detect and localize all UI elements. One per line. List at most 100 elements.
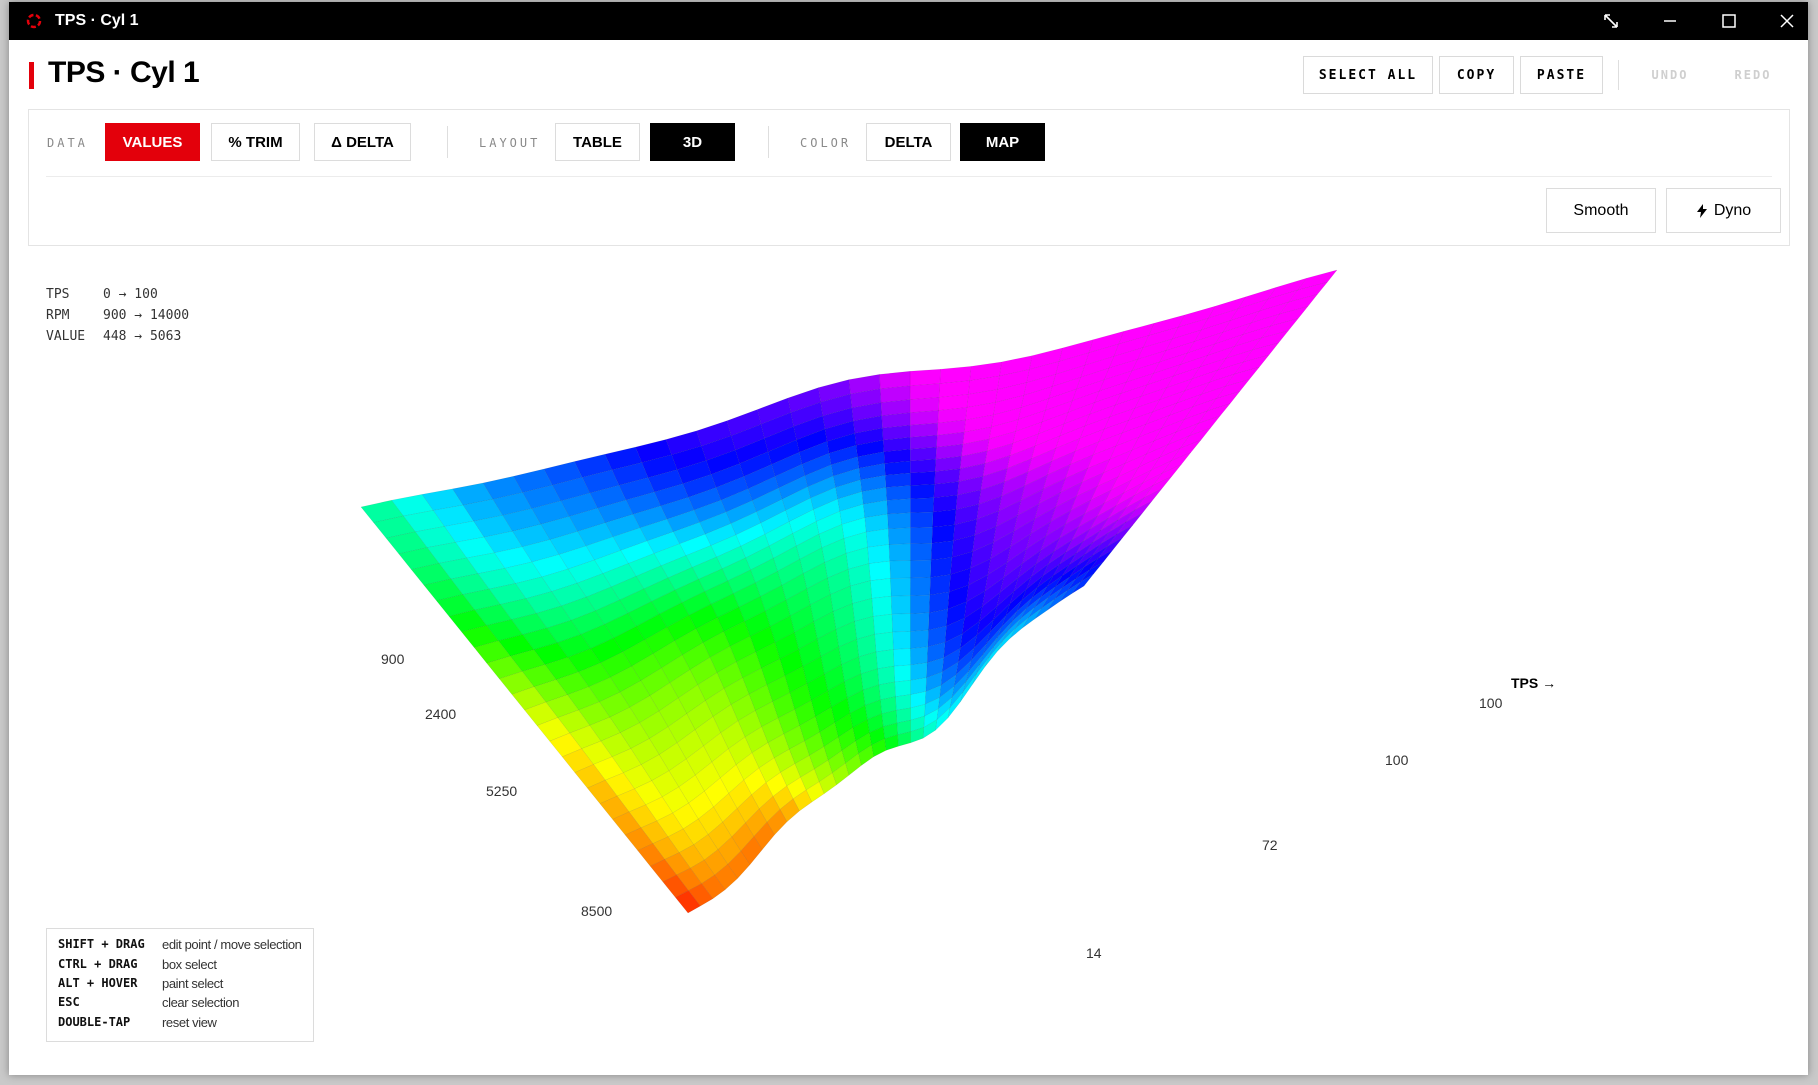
surface-cell[interactable] (910, 577, 931, 597)
surface-cell[interactable] (910, 526, 933, 545)
rpm-axis-label: 2400 (425, 706, 457, 722)
dyno-label: Dyno (1713, 201, 1752, 219)
surface-cell[interactable] (929, 574, 951, 596)
surface-cell[interactable] (909, 446, 937, 462)
surface-cell[interactable] (890, 595, 911, 615)
surface-cell[interactable] (885, 472, 911, 488)
title-bar: TPS · Cyl 1 (9, 2, 1808, 40)
surface-cell[interactable] (909, 471, 936, 486)
surface-cell[interactable] (930, 557, 953, 578)
surface-cell[interactable] (909, 410, 939, 426)
page-title: TPS · Cyl 1 (48, 56, 200, 89)
surface-cell[interactable] (909, 458, 937, 474)
dyno-button[interactable]: Dyno (1666, 188, 1781, 233)
surface-cell[interactable] (909, 383, 941, 400)
surface-cell[interactable] (871, 595, 893, 617)
surface-cell[interactable] (895, 694, 911, 711)
tps-axis-title: TPS → (1511, 675, 1557, 691)
surface-cell[interactable] (910, 646, 929, 666)
delta-color-toggle[interactable]: DELTA (866, 123, 951, 161)
surface-cell[interactable] (909, 397, 940, 413)
layout-group-label: LAYOUT (479, 136, 541, 150)
color-group-label: COLOR (800, 136, 852, 150)
surface-cell[interactable] (865, 528, 890, 548)
close-button[interactable] (1758, 2, 1816, 40)
surface-cell[interactable] (910, 559, 932, 579)
app-logo-icon (26, 13, 42, 29)
shortcut-key: ALT + HOVER (58, 976, 138, 990)
surface-cell[interactable] (932, 509, 957, 528)
3d-toggle[interactable]: 3D (650, 123, 735, 161)
redo-button[interactable]: REDO (1718, 56, 1788, 94)
paste-button[interactable]: PASTE (1520, 56, 1603, 94)
minimize-button[interactable] (1641, 2, 1699, 40)
surface-cell[interactable] (892, 631, 911, 650)
surface-cell[interactable] (910, 542, 933, 561)
surface-cell[interactable] (867, 544, 890, 564)
trim-toggle[interactable]: % TRIM (211, 123, 300, 161)
shortcut-key: DOUBLE-TAP (58, 1015, 131, 1029)
shortcut-row: SHIFT + DRAG edit point / move selection (58, 937, 302, 955)
toolbar-divider (768, 126, 769, 158)
surface-cell[interactable] (909, 422, 939, 438)
rpm-axis-label: 8500 (581, 903, 613, 919)
copy-button[interactable]: COPY (1439, 56, 1514, 94)
close-icon (1780, 14, 1794, 28)
values-toggle[interactable]: VALUES (105, 123, 200, 161)
expand-button[interactable] (1582, 2, 1640, 40)
tps-axis-label: 100 (1385, 752, 1409, 768)
surface-cell[interactable] (886, 498, 911, 515)
surface-cell[interactable] (909, 435, 938, 450)
shortcut-key: SHIFT + DRAG (58, 937, 145, 951)
data-group-label: DATA (47, 136, 88, 150)
surface-cell[interactable] (910, 629, 929, 649)
shortcut-desc: clear selection (162, 995, 240, 1010)
select-all-button[interactable]: SELECT ALL (1303, 56, 1433, 94)
surface-cell[interactable] (894, 680, 911, 697)
surface-cell[interactable] (891, 613, 911, 633)
maximize-button[interactable] (1700, 2, 1758, 40)
app-window: TPS · Cyl 1 TPS · Cyl 1 SELECT ALL COPY … (9, 2, 1808, 1075)
shortcut-legend: SHIFT + DRAG edit point / move selection … (46, 928, 314, 1042)
surface-cell[interactable] (874, 631, 894, 653)
surface-cell[interactable] (890, 577, 911, 597)
surface-cell[interactable] (910, 662, 928, 681)
surface-cell[interactable] (893, 648, 911, 667)
surface-cell[interactable] (910, 594, 931, 614)
surface-cell[interactable] (910, 497, 935, 514)
surface-cell[interactable] (910, 483, 935, 500)
undo-button[interactable]: UNDO (1635, 56, 1705, 94)
toolbar-panel: DATA VALUES % TRIM Δ DELTA LAYOUT TABLE … (28, 109, 1790, 246)
shortcut-desc: paint select (162, 976, 223, 991)
header-divider (1618, 60, 1619, 90)
delta-data-toggle[interactable]: Δ DELTA (314, 123, 411, 161)
surface-cell[interactable] (877, 665, 895, 686)
surface-cell[interactable] (887, 527, 911, 545)
map-color-toggle[interactable]: MAP (960, 123, 1045, 161)
shortcut-row: DOUBLE-TAP reset view (58, 1015, 217, 1033)
surface-cell[interactable] (868, 560, 891, 581)
surface-cell[interactable] (884, 460, 911, 476)
surface-cell[interactable] (885, 485, 911, 501)
expand-icon (1604, 14, 1618, 28)
surface-cell[interactable] (889, 560, 911, 579)
surface-cell[interactable] (870, 578, 892, 599)
surface-cell[interactable] (893, 664, 911, 683)
table-toggle[interactable]: TABLE (555, 123, 640, 161)
shortcut-row: ESC clear selection (58, 995, 240, 1013)
tps-axis-label: 100 (1479, 695, 1503, 711)
surface-cell[interactable] (888, 543, 911, 562)
surface-cell[interactable] (932, 494, 958, 513)
surface-cell[interactable] (930, 540, 954, 561)
surface-cell[interactable] (875, 649, 895, 670)
surface-cell[interactable] (872, 613, 893, 635)
toolbar-separator (46, 176, 1772, 177)
surface-cell[interactable] (909, 368, 941, 387)
shortcut-row: ALT + HOVER paint select (58, 976, 223, 994)
shortcut-desc: edit point / move selection (162, 937, 302, 952)
surface-cell[interactable] (910, 612, 930, 632)
surface-cell[interactable] (931, 524, 955, 544)
surface-cell[interactable] (910, 511, 934, 529)
smooth-button[interactable]: Smooth (1546, 188, 1656, 233)
surface-cell[interactable] (887, 512, 911, 530)
